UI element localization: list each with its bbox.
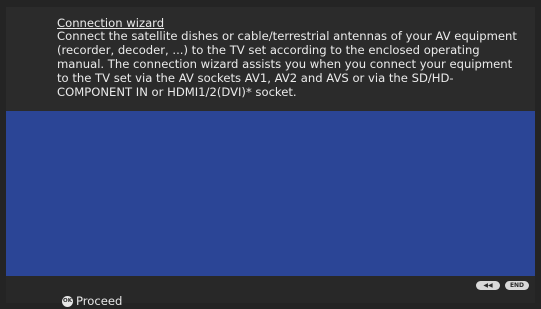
nav-keys: ◀◀ END: [476, 281, 529, 290]
menu-content-area: [6, 111, 535, 276]
proceed-button[interactable]: OK Proceed: [62, 294, 122, 308]
info-title: Connection wizard: [57, 16, 165, 30]
proceed-label: Proceed: [76, 294, 123, 308]
end-key-icon[interactable]: END: [505, 281, 529, 290]
ok-button-icon: OK: [62, 295, 73, 307]
info-body-text: Connect the satellite dishes or cable/te…: [57, 29, 517, 99]
info-panel: Connection wizard Connect the satellite …: [6, 7, 535, 111]
tv-menu-screen: Connection wizard Connect the satellite …: [6, 7, 535, 308]
footer-bar: OK Proceed ◀◀ END: [6, 276, 535, 308]
rewind-key-icon[interactable]: ◀◀: [476, 281, 500, 290]
